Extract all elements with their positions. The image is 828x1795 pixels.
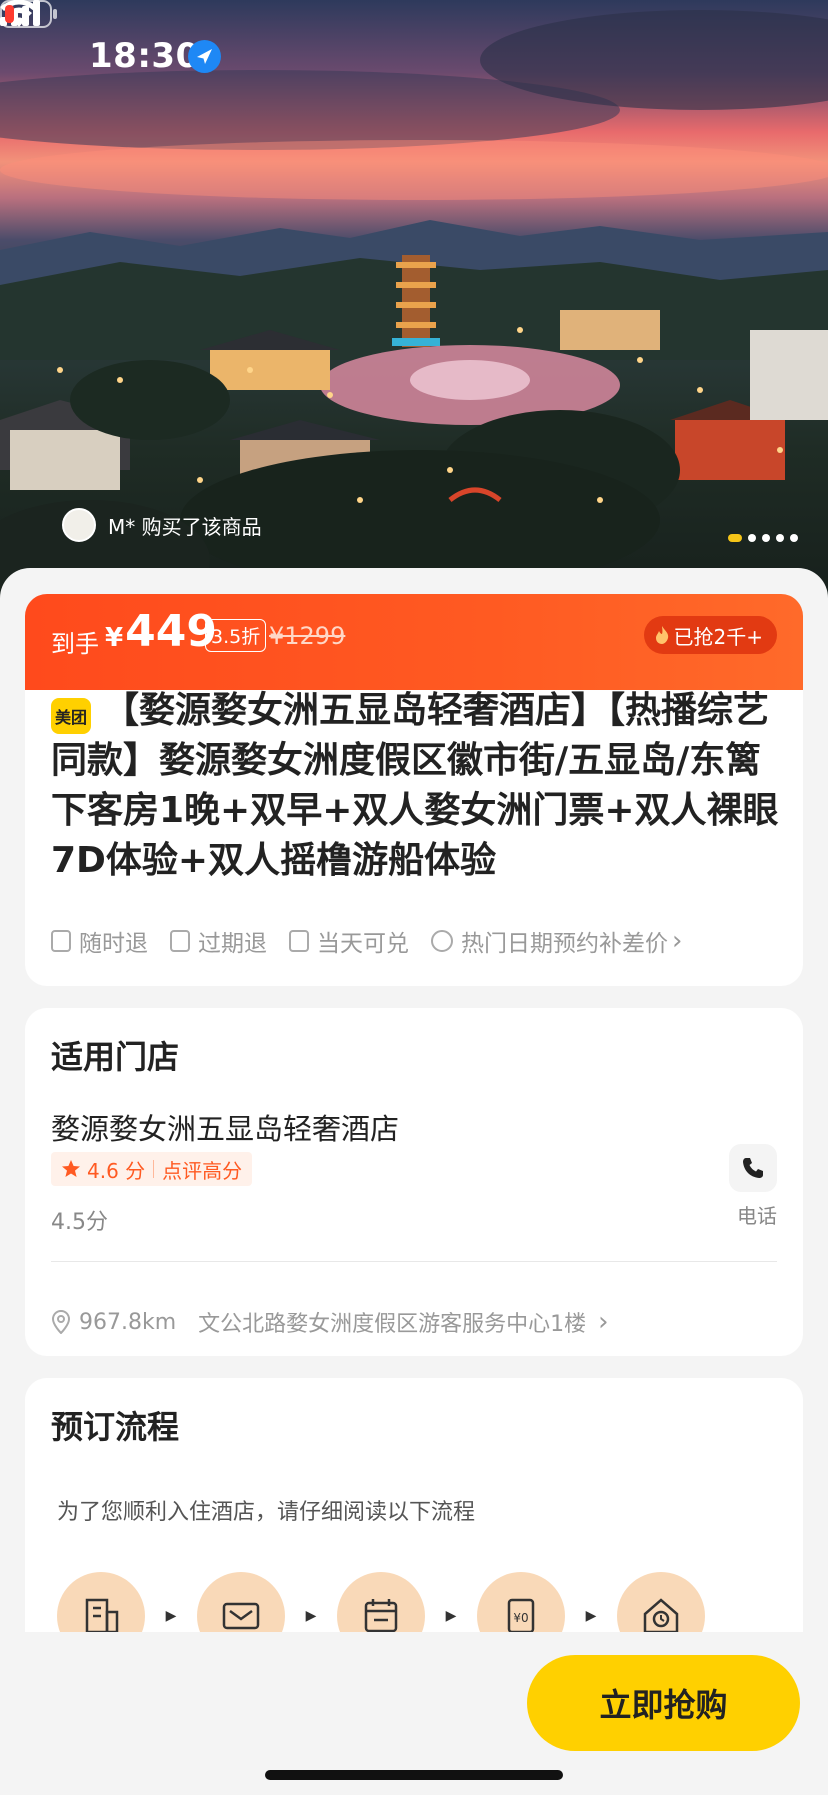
buyer-avatar bbox=[62, 508, 96, 542]
carousel-indicator[interactable] bbox=[728, 534, 798, 542]
fire-icon bbox=[655, 626, 668, 644]
phone-icon bbox=[743, 1158, 763, 1178]
hot-badge: 已抢2千+ bbox=[643, 616, 777, 654]
discount-badge: 3.5折 bbox=[205, 619, 267, 652]
battery-icon bbox=[0, 0, 57, 28]
svg-text:¥0: ¥0 bbox=[513, 1611, 528, 1625]
document-icon bbox=[170, 930, 190, 952]
phone-button[interactable] bbox=[729, 1144, 777, 1192]
buyer-text: M* 购买了该商品 bbox=[108, 514, 262, 539]
star-icon bbox=[62, 1160, 80, 1177]
store-name[interactable]: 婺源婺女洲五显岛轻奢酒店 bbox=[51, 1106, 399, 1148]
hero-image[interactable]: 18:30 M* 购买了该商品 bbox=[0, 0, 828, 600]
tag-surcharge: 热门日期预约补差价 › bbox=[431, 924, 682, 958]
hot-badge-text: 已抢2千+ bbox=[673, 624, 763, 649]
step-arrow-icon: ▶ bbox=[165, 1608, 177, 1624]
price-amount: 449 bbox=[125, 606, 217, 657]
address: 文公北路婺女洲度假区游客服务中心1楼 bbox=[198, 1312, 587, 1337]
section-title-store: 适用门店 bbox=[51, 1038, 180, 1076]
tag-same-day: 当天可兑 bbox=[289, 924, 409, 958]
step-arrow-icon: ▶ bbox=[445, 1608, 457, 1624]
phone-label[interactable]: 电话 bbox=[737, 1200, 777, 1229]
carousel-dot bbox=[728, 534, 742, 542]
carousel-dot bbox=[776, 534, 784, 542]
tag-label: 当天可兑 bbox=[317, 931, 409, 957]
document-icon bbox=[51, 930, 71, 952]
step-arrow-icon: ▶ bbox=[585, 1608, 597, 1624]
store-score: 4.5分 bbox=[51, 1210, 108, 1235]
store-card: 适用门店 婺源婺女洲五显岛轻奢酒店 4.6 分 点评高分 4.5分 电话 967… bbox=[25, 1008, 803, 1356]
divider bbox=[51, 1261, 777, 1262]
original-price: ¥1299 bbox=[269, 622, 346, 650]
distance: 967.8km bbox=[79, 1309, 177, 1335]
calendar-check-icon bbox=[289, 930, 309, 952]
home-indicator[interactable] bbox=[265, 1770, 563, 1780]
price-value: ¥449 bbox=[105, 606, 217, 657]
tag-refund-expired: 过期退 bbox=[170, 924, 267, 958]
address-row[interactable]: 967.8km 文公北路婺女洲度假区游客服务中心1楼 › bbox=[51, 1306, 609, 1338]
rating-label: 点评高分 bbox=[162, 1158, 243, 1183]
rating-score: 4.6 分 bbox=[87, 1158, 146, 1183]
step-arrow-icon: ▶ bbox=[305, 1608, 317, 1624]
coin-icon bbox=[431, 930, 453, 952]
chevron-right-icon: › bbox=[598, 1307, 609, 1337]
status-time: 18:30 bbox=[89, 36, 200, 76]
chevron-right-icon: › bbox=[672, 926, 683, 956]
currency-symbol: ¥ bbox=[105, 623, 124, 653]
tag-label: 热门日期预约补差价 bbox=[461, 931, 668, 957]
process-note: 为了您顺利入住酒店，请仔细阅读以下流程 bbox=[57, 1500, 476, 1525]
rating-divider bbox=[153, 1160, 155, 1178]
rating-badge: 4.6 分 点评高分 bbox=[51, 1152, 253, 1186]
map-pin-icon bbox=[51, 1310, 71, 1334]
carousel-dot bbox=[790, 534, 798, 542]
carousel-dot bbox=[748, 534, 756, 542]
section-title-process: 预订流程 bbox=[51, 1408, 180, 1446]
service-tags[interactable]: 随时退 过期退 当天可兑 热门日期预约补差价 › bbox=[51, 924, 704, 958]
product-card: 美团 【婺源婺女洲五显岛轻奢酒店】【热播综艺同款】婺源婺女洲度假区徽市街/五显岛… bbox=[25, 668, 803, 986]
price-banner: 到手 ¥449 3.5折 ¥1299 已抢2千+ bbox=[25, 594, 803, 690]
carousel-dot bbox=[762, 534, 770, 542]
recent-buyer: M* 购买了该商品 bbox=[62, 508, 262, 542]
tag-refund-anytime: 随时退 bbox=[51, 924, 148, 958]
buy-now-button[interactable]: 立即抢购 bbox=[527, 1655, 800, 1751]
tag-label: 过期退 bbox=[198, 931, 267, 957]
status-bar: 18:30 bbox=[0, 0, 828, 110]
price-label: 到手 bbox=[51, 630, 99, 658]
product-title: 【婺源婺女洲五显岛轻奢酒店】【热播综艺同款】婺源婺女洲度假区徽市街/五显岛/东篱… bbox=[51, 690, 779, 881]
tag-label: 随时退 bbox=[79, 931, 148, 957]
location-arrow-icon bbox=[188, 40, 221, 73]
